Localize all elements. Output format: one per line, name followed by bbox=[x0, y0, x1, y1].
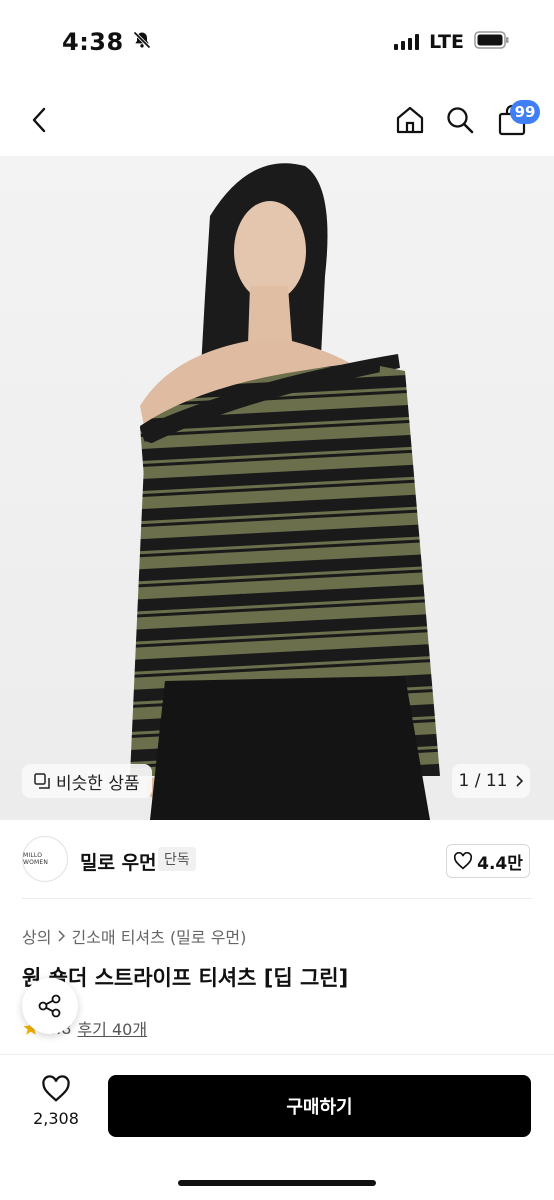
bottom-bar: 2,308 구매하기 bbox=[0, 1054, 554, 1200]
status-right: LTE bbox=[394, 31, 510, 53]
status-bar: 4:38 LTE bbox=[0, 0, 554, 84]
brand-logo[interactable]: MILLO WOMEN bbox=[22, 836, 68, 882]
network-label: LTE bbox=[429, 31, 464, 53]
page-indicator: 1 / 11 bbox=[458, 771, 508, 791]
heart-icon bbox=[42, 1075, 70, 1102]
status-time: 4:38 bbox=[62, 28, 124, 56]
home-icon bbox=[396, 106, 424, 134]
brand-name[interactable]: 밀로 우먼 bbox=[80, 848, 157, 875]
brand-like-button[interactable]: 4.4만 bbox=[446, 844, 530, 878]
brand-like-count: 4.4만 bbox=[477, 853, 523, 874]
similar-products-button[interactable]: 비슷한 상품 bbox=[22, 764, 152, 798]
product-image[interactable] bbox=[0, 156, 554, 820]
divider bbox=[22, 898, 532, 899]
wishlist-button[interactable]: 2,308 bbox=[24, 1075, 88, 1128]
brand-row[interactable]: MILLO WOMEN 밀로 우먼 단독 4.4만 bbox=[0, 832, 554, 890]
nav-bar bbox=[0, 90, 554, 150]
exclusive-badge: 단독 bbox=[158, 847, 196, 871]
back-button[interactable] bbox=[20, 100, 60, 140]
signal-icon bbox=[394, 34, 420, 50]
bell-slash-icon bbox=[132, 30, 152, 54]
share-button[interactable] bbox=[22, 978, 78, 1034]
search-icon bbox=[447, 107, 474, 134]
breadcrumb: 상의 긴소매 티셔츠 (밀로 우먼) bbox=[22, 924, 246, 948]
copy-icon bbox=[34, 773, 50, 789]
battery-icon bbox=[474, 31, 510, 53]
chevron-right-icon bbox=[516, 775, 524, 787]
status-left: 4:38 bbox=[62, 28, 152, 56]
home-button[interactable] bbox=[390, 100, 430, 140]
reviews-link[interactable]: 후기 40개 bbox=[77, 1016, 147, 1040]
chevron-left-icon bbox=[32, 107, 46, 133]
heart-icon bbox=[454, 852, 473, 870]
home-indicator bbox=[178, 1180, 376, 1186]
similar-products-label: 비슷한 상품 bbox=[56, 773, 140, 794]
share-icon bbox=[38, 994, 61, 1018]
search-button[interactable] bbox=[440, 100, 480, 140]
image-pager[interactable]: 1 / 11 bbox=[452, 764, 530, 798]
product-photo bbox=[130, 163, 440, 820]
breadcrumb-category[interactable]: 상의 bbox=[22, 924, 51, 948]
wishlist-count: 2,308 bbox=[33, 1109, 79, 1128]
buy-button[interactable]: 구매하기 bbox=[108, 1075, 531, 1137]
cart-count-badge: 99 bbox=[510, 100, 540, 124]
breadcrumb-subcategory[interactable]: 긴소매 티셔츠 (밀로 우먼) bbox=[71, 924, 246, 948]
chevron-right-icon bbox=[58, 930, 66, 942]
